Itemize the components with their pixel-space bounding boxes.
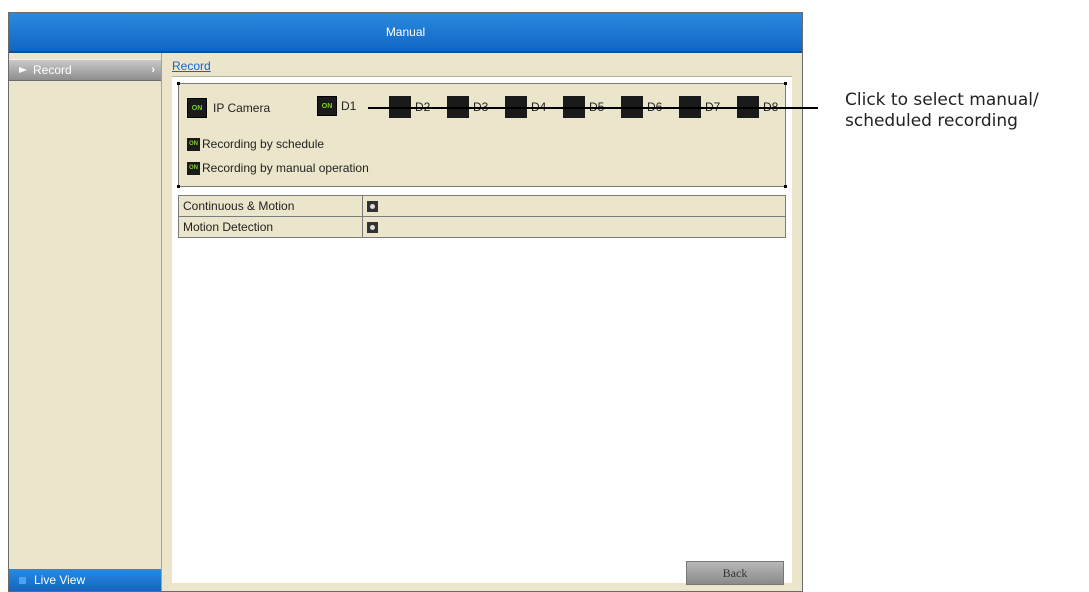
record-type-cell xyxy=(362,195,786,217)
record-type-table: Continuous & Motion Motion Detection xyxy=(178,195,786,238)
sidebar-item-label: Record xyxy=(33,63,72,77)
callout-line xyxy=(368,107,818,109)
ip-camera-label: IP Camera xyxy=(213,101,271,115)
callout-line-2: scheduled recording xyxy=(845,111,1018,131)
on-badge: ON xyxy=(187,98,207,118)
back-button[interactable]: Back xyxy=(686,561,784,585)
manual-window: Manual Record › Live View Record ON IP C… xyxy=(8,12,803,592)
option-label: Recording by manual operation xyxy=(202,161,369,175)
corner-marker xyxy=(177,82,180,85)
on-badge: ON xyxy=(317,96,337,116)
callout-text: Click to select manual/ scheduled record… xyxy=(845,90,1039,132)
gear-icon[interactable] xyxy=(367,222,378,234)
sidebar-item-label: Live View xyxy=(34,573,86,587)
corner-marker xyxy=(784,185,787,188)
recording-mode-box: ON IP Camera ON D1 D2 D3 D4 xyxy=(177,82,787,188)
sidebar-item-record[interactable]: Record › xyxy=(9,59,161,81)
chevron-right-icon: › xyxy=(151,64,155,76)
option-label: Recording by schedule xyxy=(202,137,325,151)
on-badge: ON xyxy=(187,137,200,151)
ip-camera-toggle[interactable]: ON IP Camera xyxy=(187,96,270,120)
content-area: Record ON IP Camera ON D1 D2 xyxy=(162,53,802,591)
corner-marker xyxy=(784,82,787,85)
gear-icon[interactable] xyxy=(367,201,378,213)
window-title: Manual xyxy=(9,13,802,53)
record-type-cell xyxy=(362,216,786,238)
channel-d1-toggle[interactable]: ON D1 xyxy=(317,96,356,116)
table-row: Motion Detection xyxy=(178,216,786,238)
table-row: Continuous & Motion xyxy=(178,195,786,217)
square-bullet-icon xyxy=(19,576,26,584)
settings-panel: ON IP Camera ON D1 D2 D3 D4 xyxy=(172,77,792,583)
record-type-label: Motion Detection xyxy=(178,216,363,238)
on-badge: ON xyxy=(187,161,200,175)
corner-marker xyxy=(177,185,180,188)
tab-record[interactable]: Record xyxy=(172,59,211,73)
channel-label: D1 xyxy=(341,99,357,113)
sidebar-item-live-view[interactable]: Live View xyxy=(9,569,161,591)
arrow-bullet-icon xyxy=(19,67,27,73)
recording-by-schedule-option[interactable]: ON Recording by schedule xyxy=(187,137,324,151)
recording-by-manual-option[interactable]: ON Recording by manual operation xyxy=(187,161,369,175)
record-type-label: Continuous & Motion xyxy=(178,195,363,217)
sidebar: Record › Live View xyxy=(9,53,162,591)
callout-line-1: Click to select manual/ xyxy=(845,90,1039,110)
